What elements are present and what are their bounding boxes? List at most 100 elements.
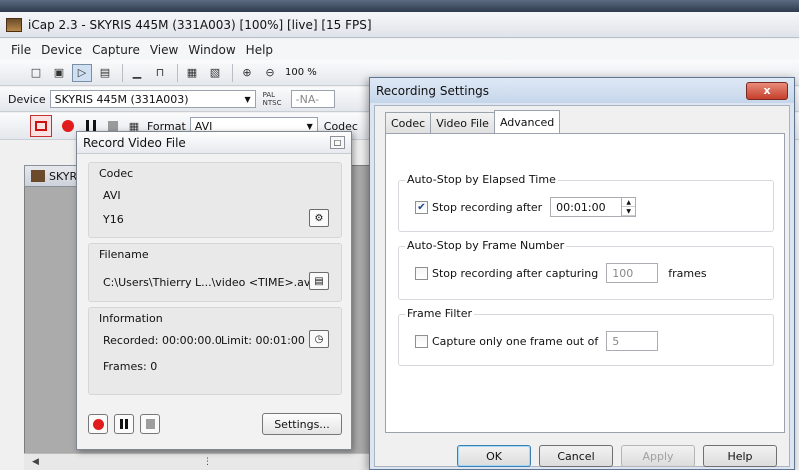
tab-video-file[interactable]: Video File — [430, 112, 495, 133]
dialog-buttons: OK Cancel Apply Help — [449, 445, 777, 467]
toolbar-divider — [122, 63, 123, 82]
bit-depth-icon[interactable]: ▦ — [182, 64, 202, 82]
record-panel-titlebar: Record Video File □ — [77, 132, 351, 154]
filename-edit-icon[interactable]: ▤ — [309, 272, 329, 290]
pause-button[interactable] — [114, 414, 134, 434]
tab-advanced[interactable]: Advanced — [493, 110, 561, 133]
filter-checkbox[interactable] — [415, 334, 428, 348]
menu-help[interactable]: Help — [241, 43, 278, 57]
settings-title: Recording Settings — [376, 83, 490, 98]
app-title: iCap 2.3 - SKYRIS 445M (331A003) [100%] … — [28, 17, 372, 32]
elapsed-spinner[interactable]: ▲ ▼ — [622, 197, 637, 217]
film-icon — [35, 121, 47, 131]
horizontal-scrollbar[interactable]: ◀ ⋮ — [24, 453, 384, 470]
stop-icon[interactable] — [108, 120, 118, 132]
record-icon[interactable] — [62, 120, 74, 132]
video-window-title: SKYR — [49, 169, 78, 183]
frame-count: Frames: 0 — [103, 360, 158, 373]
tab-codec[interactable]: Codec — [385, 112, 432, 133]
settings-button[interactable]: Settings... — [262, 413, 342, 435]
spin-down-icon[interactable]: ▼ — [622, 207, 636, 216]
menu-window[interactable]: Window — [183, 43, 240, 57]
app-logo-icon — [6, 17, 22, 32]
settings-tabs: Codec Video File Advanced — [385, 110, 561, 133]
record-video-panel: Record Video File □ Codec AVI Y16 ⚙ File… — [76, 131, 352, 450]
live-video-icon[interactable]: ▷ — [72, 63, 92, 82]
stop-icon — [145, 419, 155, 429]
frame-number-group: Auto-Stop by Frame Number Stop recording… — [398, 239, 774, 300]
frame-group-title: Auto-Stop by Frame Number — [405, 239, 567, 252]
frame-row: Stop recording after capturing 100 frame… — [415, 263, 707, 283]
video-norm-value: -NA- — [295, 92, 320, 106]
recorded-time: Recorded: 00:00:00.0 — [103, 334, 222, 347]
toolbar-divider — [177, 63, 178, 82]
elapsed-checkbox[interactable]: ✔ — [415, 200, 428, 214]
filter-frames-input[interactable]: 5 — [606, 331, 659, 351]
codec-properties-icon[interactable]: ⚙ — [309, 209, 329, 227]
stop-button[interactable] — [140, 414, 160, 434]
codec-group-title: Codec — [99, 167, 134, 180]
device-select-value: SKYRIS 445M (331A003) — [54, 92, 189, 106]
record-video-button[interactable] — [30, 115, 52, 137]
filter-checkbox-label: Capture only one frame out of — [432, 334, 599, 348]
zoom-level[interactable]: 100 % — [285, 67, 317, 78]
frame-count-input[interactable]: 100 — [606, 263, 659, 283]
filename-value: C:\Users\Thierry L...\video <TIME>.avi — [103, 276, 314, 289]
help-button[interactable]: Help — [703, 445, 777, 467]
information-group-title: Information — [99, 312, 163, 325]
record-button[interactable] — [88, 414, 108, 434]
record-icon — [92, 418, 104, 430]
spin-up-icon[interactable]: ▲ — [622, 198, 636, 207]
snapshot-icon[interactable]: ▤ — [95, 64, 115, 82]
toolbar-divider — [232, 63, 233, 82]
filename-group: Filename C:\Users\Thierry L...\video <TI… — [88, 243, 342, 302]
elapsed-group-title: Auto-Stop by Elapsed Time — [405, 173, 558, 186]
apply-button[interactable]: Apply — [621, 445, 695, 467]
record-panel-title: Record Video File — [83, 135, 186, 150]
close-button[interactable]: x — [746, 81, 788, 100]
settings-titlebar: Recording Settings x — [370, 78, 794, 103]
codec-value: AVI — [103, 189, 121, 202]
pulse-icon[interactable]: ⊓ — [150, 64, 170, 82]
menu-view[interactable]: View — [145, 43, 183, 57]
elapsed-time-input[interactable]: 00:01:00 — [550, 197, 623, 217]
frame-checkbox[interactable] — [415, 266, 428, 280]
device-label: Device — [8, 92, 46, 106]
frame-filter-group: Frame Filter Capture only one frame out … — [398, 307, 774, 366]
codec-group: Codec AVI Y16 ⚙ — [88, 162, 342, 238]
cancel-button[interactable]: Cancel — [539, 445, 613, 467]
pause-icon — [120, 419, 128, 429]
chevron-down-icon: ▼ — [306, 121, 313, 131]
histogram-icon[interactable]: ▁ — [127, 64, 147, 82]
device-select[interactable]: SKYRIS 445M (331A003) ▼ — [49, 90, 256, 108]
menu-device[interactable]: Device — [36, 43, 87, 57]
color-format-icon[interactable]: ▧ — [205, 64, 225, 82]
scroll-left-icon[interactable]: ◀ — [32, 457, 39, 467]
recording-settings-dialog: Recording Settings x Codec Video File Ad… — [369, 77, 795, 470]
ok-button[interactable]: OK — [457, 445, 531, 467]
video-norm-select[interactable]: -NA- — [290, 90, 335, 108]
new-file-icon[interactable]: □ — [26, 64, 46, 82]
filter-group-title: Frame Filter — [405, 307, 475, 320]
close-icon[interactable]: □ — [330, 136, 345, 149]
zoom-in-icon[interactable]: ⊕ — [237, 64, 257, 82]
codec-subformat: Y16 — [103, 213, 124, 226]
save-icon[interactable]: ▣ — [49, 64, 69, 82]
elapsed-row: ✔ Stop recording after 00:01:00 ▲ ▼ — [415, 197, 637, 217]
settings-body: Codec Video File Advanced Auto-Stop by E… — [374, 105, 790, 467]
clock-icon[interactable]: ◷ — [309, 330, 329, 348]
menu-capture[interactable]: Capture — [87, 43, 145, 57]
frame-checkbox-label: Stop recording after capturing — [432, 266, 599, 280]
app-titlebar: iCap 2.3 - SKYRIS 445M (331A003) [100%] … — [0, 12, 799, 38]
scroll-grip-icon[interactable]: ⋮ — [203, 457, 212, 467]
record-controls: Settings... — [88, 406, 342, 442]
frame-unit-label: frames — [668, 266, 707, 280]
menu-file[interactable]: File — [6, 43, 36, 57]
elapsed-checkbox-label: Stop recording after — [432, 200, 543, 214]
video-norm-button[interactable]: PAL NTSC — [262, 90, 288, 108]
chevron-down-icon: ▼ — [244, 94, 251, 104]
elapsed-time-group: Auto-Stop by Elapsed Time ✔ Stop recordi… — [398, 173, 774, 232]
zoom-out-icon[interactable]: ⊖ — [260, 64, 280, 82]
menubar: File Device Capture View Window Help — [0, 39, 799, 60]
video-window-icon — [31, 170, 45, 182]
